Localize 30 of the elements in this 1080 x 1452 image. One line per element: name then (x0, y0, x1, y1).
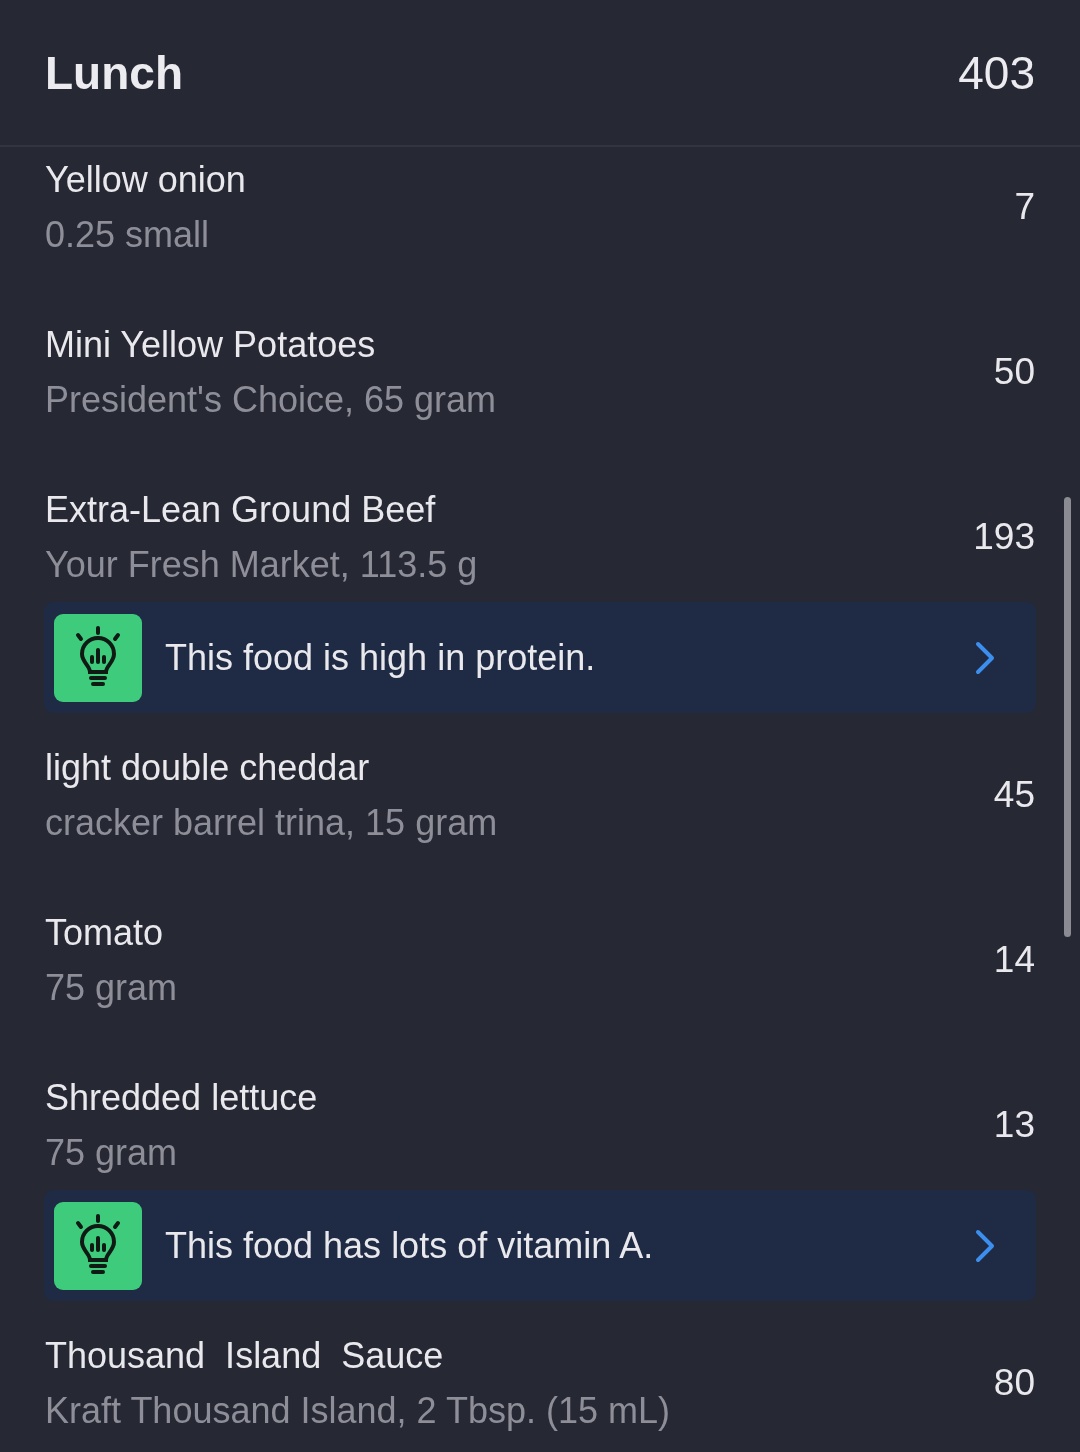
chevron-right-icon (975, 1228, 995, 1263)
food-calories: 45 (993, 774, 1035, 816)
food-calories: 50 (993, 351, 1035, 393)
scrollbar[interactable] (1064, 497, 1071, 937)
food-calories: 13 (993, 1104, 1035, 1146)
food-serving: Your Fresh Market, 113.5 g (45, 543, 478, 587)
meal-calories: 403 (958, 45, 1035, 100)
chevron-right-icon (975, 640, 995, 675)
food-calories: 7 (1014, 186, 1035, 228)
insight-banner[interactable]: This food is high in protein. (44, 602, 1036, 713)
food-name[interactable]: Extra-Lean Ground Beef (45, 482, 478, 537)
food-serving: 75 gram (45, 966, 178, 1010)
meal-title: Lunch (45, 45, 183, 100)
food-calories: 193 (973, 516, 1035, 558)
food-name[interactable]: Shredded lettuce (45, 1070, 318, 1125)
food-name[interactable]: Thousand Island Sauce (45, 1328, 670, 1383)
food-name[interactable]: light double cheddar (45, 740, 498, 795)
food-serving: 0.25 small (45, 213, 211, 257)
food-serving: President's Choice, 65 gram (45, 378, 497, 422)
food-serving: 75 gram (45, 1131, 179, 1175)
food-serving: cracker barrel trina, 15 gram (45, 801, 498, 845)
food-calories: 80 (993, 1362, 1035, 1404)
food-name[interactable]: Yellow onion (45, 152, 246, 207)
food-serving: Kraft Thousand Island, 2 Tbsp. (15 mL) (45, 1389, 670, 1433)
food-name[interactable]: Mini Yellow Potatoes (45, 317, 497, 372)
lightbulb-icon (54, 1201, 142, 1290)
lightbulb-icon (54, 613, 142, 702)
food-name[interactable]: Tomato (45, 905, 178, 960)
insight-banner[interactable]: This food has lots of vitamin A. (44, 1190, 1036, 1301)
food-calories: 14 (993, 939, 1035, 981)
